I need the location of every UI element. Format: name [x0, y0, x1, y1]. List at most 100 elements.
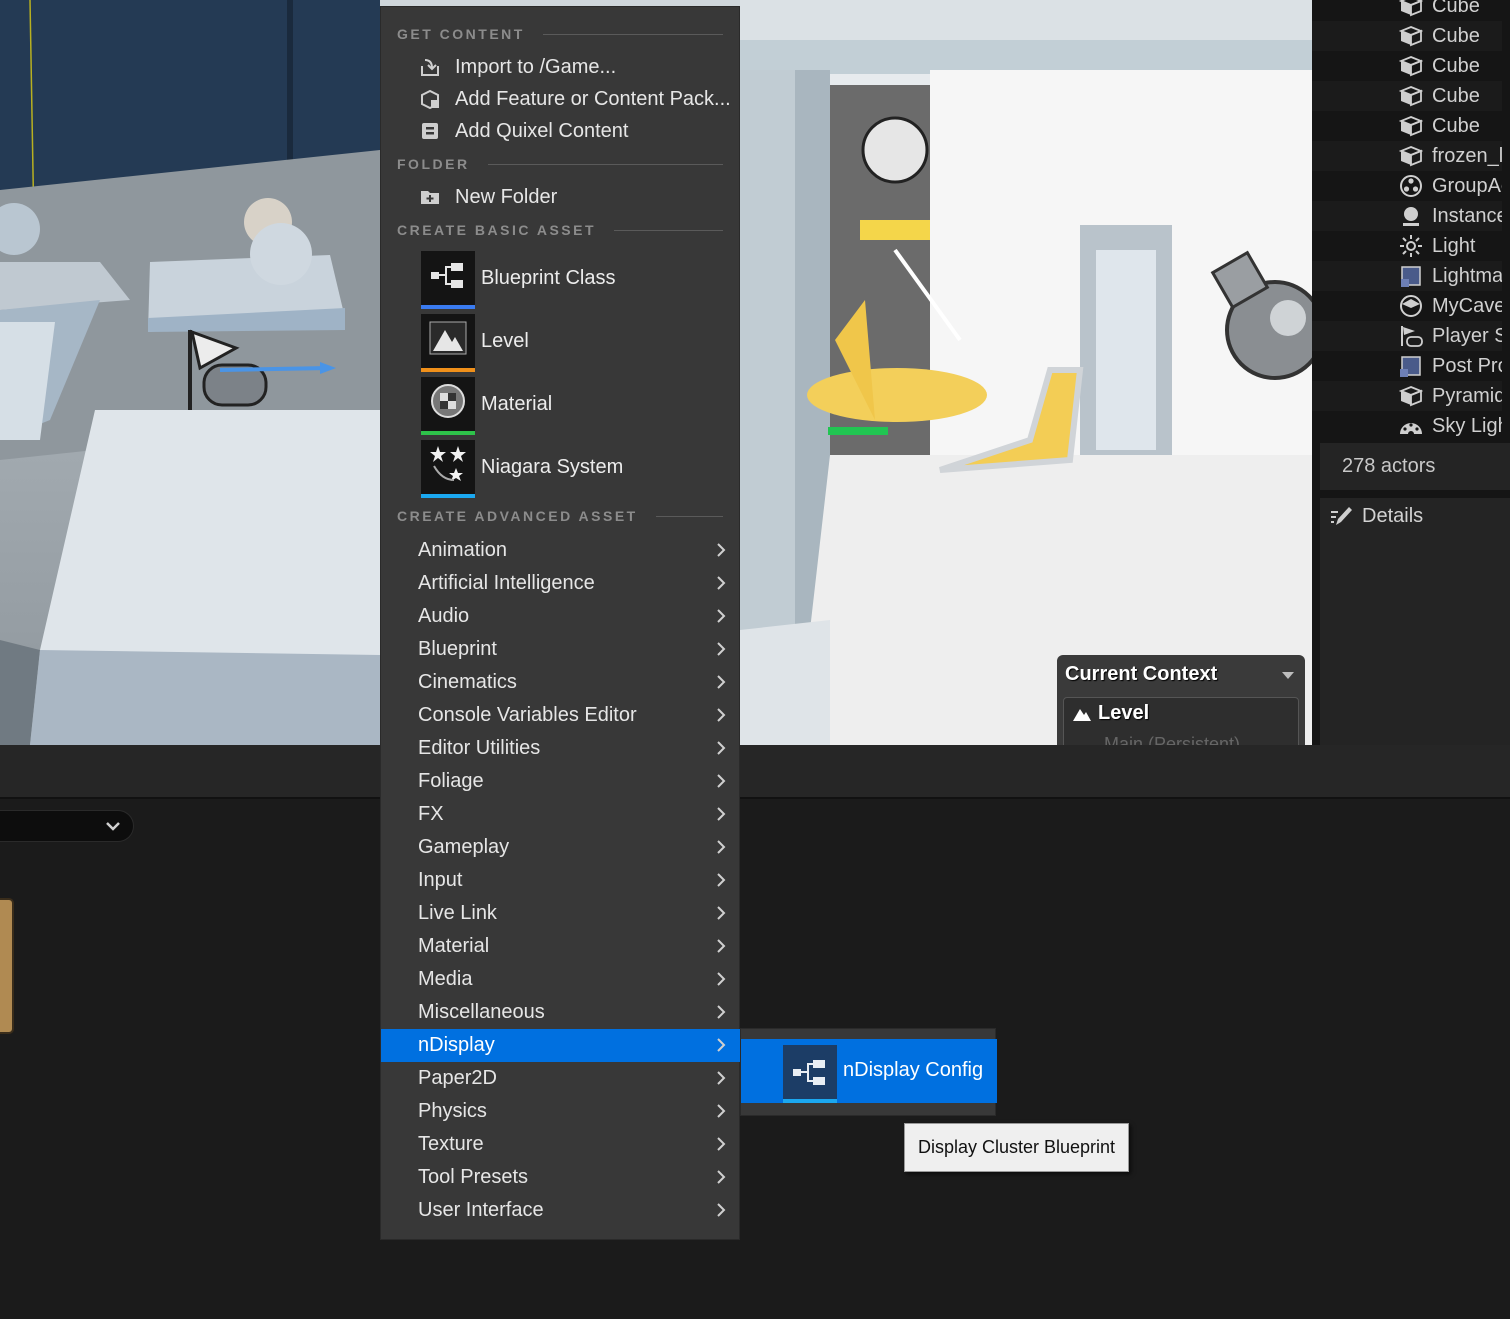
current-context-panel[interactable]: Current Context Level Main (Persistent): [1057, 655, 1305, 745]
outliner-row[interactable]: Cube: [1312, 81, 1502, 111]
advanced-category-ndisplay[interactable]: nDisplay: [381, 1029, 740, 1062]
chevron-right-icon: [717, 873, 726, 887]
outliner-row-label: Light: [1432, 234, 1476, 257]
ndisplay-config-item[interactable]: nDisplay Config: [741, 1039, 997, 1103]
asset-label: Level: [481, 329, 529, 352]
chevron-right-icon: [717, 1203, 726, 1217]
outliner-row[interactable]: MyCave: [1312, 291, 1502, 321]
category-label: nDisplay: [418, 1034, 495, 1056]
asset-label: Niagara System: [481, 455, 624, 478]
outliner-row[interactable]: Post Pro: [1312, 351, 1502, 381]
asset-thumbnail: [421, 314, 475, 372]
advanced-category-gameplay[interactable]: Gameplay: [381, 831, 740, 864]
actor-count: 278 actors: [1320, 443, 1510, 490]
outliner-row[interactable]: Light: [1312, 231, 1502, 261]
advanced-category-tool-presets[interactable]: Tool Presets: [381, 1161, 740, 1194]
filter-dropdown[interactable]: [0, 810, 134, 842]
chevron-down-icon: [106, 822, 120, 831]
outliner-row-label: Cube: [1432, 54, 1480, 77]
material-icon: [429, 382, 467, 426]
context-level-box[interactable]: Level Main (Persistent): [1063, 697, 1299, 745]
outliner-row-label: Cube: [1432, 0, 1480, 17]
category-label: Gameplay: [418, 836, 510, 858]
quixel-icon: [419, 120, 441, 142]
chevron-right-icon: [717, 543, 726, 557]
advanced-category-animation[interactable]: Animation: [381, 534, 740, 567]
outliner-row[interactable]: Player S: [1312, 321, 1502, 351]
advanced-category-paper2d[interactable]: Paper2D: [381, 1062, 740, 1095]
advanced-category-editor-utilities[interactable]: Editor Utilities: [381, 732, 740, 765]
basic-asset-level[interactable]: Level: [421, 312, 721, 372]
outliner-row[interactable]: Cube: [1312, 111, 1502, 141]
outliner-row[interactable]: Sky Ligh: [1312, 411, 1502, 441]
cube-icon: [1398, 55, 1424, 77]
section-get-content: GET CONTENT: [397, 24, 723, 44]
outliner-row-label: Post Pro: [1432, 354, 1502, 377]
advanced-category-blueprint[interactable]: Blueprint: [381, 633, 740, 666]
outliner-row[interactable]: Lightma: [1312, 261, 1502, 291]
advanced-category-miscellaneous[interactable]: Miscellaneous: [381, 996, 740, 1029]
chevron-right-icon: [717, 741, 726, 755]
category-label: Cinematics: [418, 671, 517, 693]
asset-thumbnail[interactable]: [0, 898, 14, 1034]
cave-icon: [1398, 295, 1424, 317]
import-icon: [419, 56, 441, 78]
context-dropdown-icon[interactable]: [1281, 671, 1295, 681]
new-folder-item[interactable]: New Folder: [381, 181, 740, 213]
advanced-category-media[interactable]: Media: [381, 963, 740, 996]
blueprint-icon: [793, 1060, 825, 1085]
lightmass-icon: [1398, 265, 1424, 287]
cube-icon: [1398, 25, 1424, 47]
outliner-row[interactable]: Instance: [1312, 201, 1502, 231]
chevron-right-icon: [717, 972, 726, 986]
chevron-right-icon: [717, 939, 726, 953]
asset-label: Blueprint Class: [481, 266, 616, 289]
chevron-right-icon: [717, 906, 726, 920]
advanced-category-foliage[interactable]: Foliage: [381, 765, 740, 798]
advanced-category-physics[interactable]: Physics: [381, 1095, 740, 1128]
outliner-row-label: Instance: [1432, 204, 1502, 227]
chevron-right-icon: [717, 642, 726, 656]
asset-type-color-bar: [421, 368, 475, 372]
category-label: Material: [418, 935, 490, 957]
level-icon: [1073, 709, 1091, 721]
outliner-row[interactable]: frozen_l: [1312, 141, 1502, 171]
post-process-icon: [1398, 355, 1424, 377]
advanced-category-fx[interactable]: FX: [381, 798, 740, 831]
asset-thumbnail: [421, 251, 475, 309]
advanced-category-input[interactable]: Input: [381, 864, 740, 897]
section-create-basic-asset: CREATE BASIC ASSET: [397, 220, 723, 240]
outliner-row[interactable]: Cube: [1312, 51, 1502, 81]
chevron-right-icon: [717, 807, 726, 821]
menu-item-import-to-game[interactable]: Import to /Game...: [381, 51, 740, 83]
category-label: Texture: [418, 1133, 484, 1155]
chevron-right-icon: [717, 675, 726, 689]
outliner-row[interactable]: Cube: [1312, 21, 1502, 51]
advanced-category-artificial-intelligence[interactable]: Artificial Intelligence: [381, 567, 740, 600]
basic-asset-niagara-system[interactable]: Niagara System: [421, 438, 721, 498]
advanced-category-console-variables-editor[interactable]: Console Variables Editor: [381, 699, 740, 732]
outliner-row[interactable]: Cube: [1312, 0, 1502, 21]
group-icon: [1398, 175, 1424, 197]
instance-icon: [1398, 205, 1424, 227]
menu-item-add-feature-or-content-pack[interactable]: Add Feature or Content Pack...: [381, 83, 740, 115]
advanced-category-texture[interactable]: Texture: [381, 1128, 740, 1161]
basic-asset-material[interactable]: Material: [421, 375, 721, 435]
menu-item-add-quixel-content[interactable]: Add Quixel Content: [381, 115, 740, 147]
outliner-row[interactable]: GroupAc: [1312, 171, 1502, 201]
outliner-row[interactable]: Pyramid: [1312, 381, 1502, 411]
details-panel: Details: [1320, 498, 1510, 745]
advanced-category-audio[interactable]: Audio: [381, 600, 740, 633]
advanced-category-live-link[interactable]: Live Link: [381, 897, 740, 930]
category-label: Live Link: [418, 902, 497, 924]
basic-asset-blueprint-class[interactable]: Blueprint Class: [421, 249, 721, 309]
outliner-row-label: frozen_l: [1432, 144, 1502, 167]
advanced-category-cinematics[interactable]: Cinematics: [381, 666, 740, 699]
details-pencil-icon: [1331, 507, 1352, 525]
chevron-right-icon: [717, 840, 726, 854]
advanced-category-user-interface[interactable]: User Interface: [381, 1194, 740, 1227]
details-tab[interactable]: Details: [1328, 504, 1423, 528]
advanced-category-material[interactable]: Material: [381, 930, 740, 963]
content-pack-icon: [419, 88, 441, 110]
context-title: Current Context: [1065, 663, 1218, 685]
